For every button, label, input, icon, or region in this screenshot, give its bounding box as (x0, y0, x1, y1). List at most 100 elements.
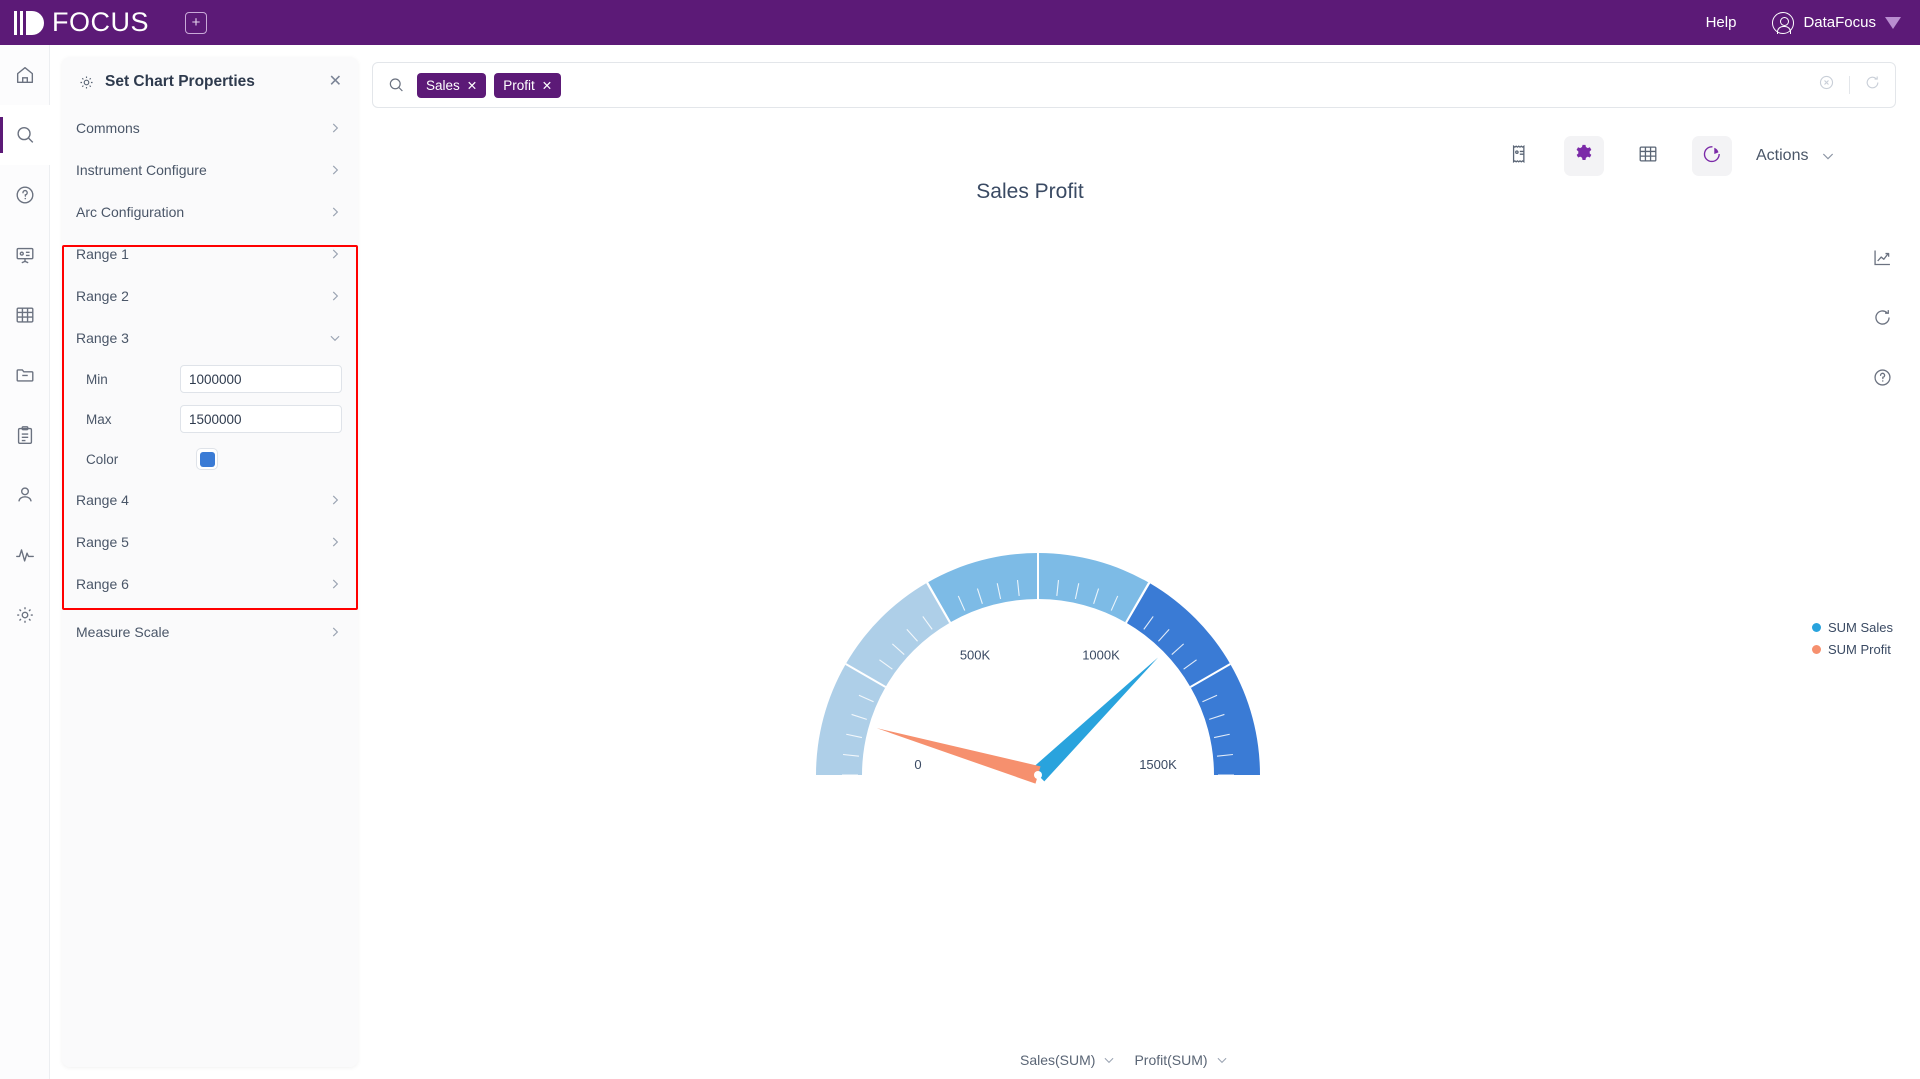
panel-section-commons[interactable]: Commons (62, 107, 358, 149)
refresh-icon[interactable] (1864, 74, 1881, 96)
gauge-tick-label: 1000K (1082, 647, 1120, 662)
close-icon[interactable]: ✕ (467, 78, 477, 93)
search-bar[interactable]: Sales ✕ Profit ✕ (372, 62, 1896, 108)
add-tab-icon[interactable]: + (185, 11, 207, 34)
sidebar-item-settings[interactable] (0, 585, 50, 645)
actions-button[interactable]: Actions (1756, 147, 1836, 165)
sidebar-item-search[interactable] (0, 105, 50, 165)
panel-section-range-4[interactable]: Range 4 (62, 479, 358, 521)
user-name: DataFocus (1803, 14, 1876, 31)
section-label: Range 6 (76, 576, 129, 592)
top-navigation-bar: FOCUS + Help DataFocus (0, 0, 1920, 45)
panel-section-instrument-configure[interactable]: Instrument Configure (62, 149, 358, 191)
user-icon (14, 484, 36, 506)
chevron-right-icon (328, 121, 342, 135)
table-grid-icon (1637, 143, 1659, 170)
chevron-right-icon (328, 577, 342, 591)
panel-section-range-1[interactable]: Range 1 (62, 233, 358, 275)
chevron-right-icon (328, 625, 342, 639)
section-label: Range 4 (76, 492, 129, 508)
pie-chart-icon (1701, 143, 1723, 170)
range3-color-swatch[interactable] (196, 448, 218, 470)
legend-color-dot (1812, 623, 1821, 632)
chart-title: Sales Profit (976, 180, 1084, 203)
chevron-right-icon (328, 535, 342, 549)
sidebar-item-data[interactable] (0, 285, 50, 345)
section-label: Measure Scale (76, 624, 170, 640)
refresh-button[interactable] (1860, 290, 1904, 350)
clipboard-icon (14, 424, 36, 446)
sidebar-item-users[interactable] (0, 465, 50, 525)
panel-section-arc-configuration[interactable]: Arc Configuration (62, 191, 358, 233)
panel-header: Set Chart Properties ✕ (62, 57, 358, 107)
chevron-right-icon (328, 289, 342, 303)
trend-chart-button[interactable] (1860, 230, 1904, 290)
close-icon[interactable]: ✕ (542, 78, 552, 93)
search-icon (387, 76, 405, 94)
field-chip-profit-sum[interactable]: Profit(SUM) (1134, 1052, 1228, 1068)
legend-item-sum-profit[interactable]: SUM Profit (1812, 642, 1920, 657)
home-icon (14, 64, 36, 86)
app-logo[interactable]: FOCUS (14, 7, 149, 38)
panel-section-range-6[interactable]: Range 6 (62, 563, 358, 605)
panel-section-range-3[interactable]: Range 3 (62, 317, 358, 359)
gauge-band (1126, 583, 1260, 775)
clear-circle-icon[interactable] (1818, 74, 1835, 96)
gauge-tick-label: 0 (914, 757, 921, 772)
range3-max-input[interactable] (180, 405, 342, 433)
search-token-profit[interactable]: Profit ✕ (494, 72, 562, 98)
legend-item-sum-sales[interactable]: SUM Sales (1812, 620, 1920, 635)
activity-icon (14, 544, 36, 566)
gear-icon (1573, 143, 1595, 170)
sidebar-item-folder[interactable] (0, 345, 50, 405)
sidebar-item-dashboard[interactable] (0, 225, 50, 285)
left-navigation-rail (0, 45, 50, 1079)
search-bar-actions (1818, 74, 1881, 96)
search-token-sales[interactable]: Sales ✕ (417, 72, 487, 98)
avatar (1772, 11, 1795, 34)
section-label: Range 5 (76, 534, 129, 550)
presentation-icon (14, 244, 36, 266)
help-button[interactable] (1860, 350, 1904, 410)
sidebar-item-monitor[interactable] (0, 525, 50, 585)
chart-view-button[interactable] (1692, 136, 1732, 176)
color-swatch-fill (199, 451, 215, 467)
gauge-chart: 0 500K 1000K 1500K (620, 400, 1520, 880)
sidebar-item-help[interactable] (0, 165, 50, 225)
help-link[interactable]: Help (1706, 14, 1737, 31)
chart-toolbar: Actions (1500, 130, 1896, 182)
panel-section-range-2[interactable]: Range 2 (62, 275, 358, 317)
section-label: Instrument Configure (76, 162, 207, 178)
gauge-needle (876, 728, 1041, 784)
chevron-right-icon (328, 493, 342, 507)
section-label: Range 3 (76, 330, 129, 346)
chevron-down-icon (1820, 148, 1836, 164)
chevron-down-icon (1102, 1053, 1116, 1067)
field-chip-sales-sum[interactable]: Sales(SUM) (1020, 1052, 1116, 1068)
gauge-tick-label: 1500K (1139, 757, 1177, 772)
token-label: Profit (503, 77, 535, 93)
sidebar-item-tasks[interactable] (0, 405, 50, 465)
panel-section-range-5[interactable]: Range 5 (62, 521, 358, 563)
chart-properties-button[interactable] (1564, 136, 1604, 176)
panel-section-measure-scale[interactable]: Measure Scale (62, 611, 358, 653)
folder-icon (14, 364, 36, 386)
chevron-down-icon (1215, 1053, 1229, 1067)
user-menu[interactable]: DataFocus (1772, 11, 1902, 34)
legend-label: SUM Sales (1828, 620, 1894, 635)
topbar-right-group: Help DataFocus (1706, 11, 1902, 34)
brand-badge-icon (1884, 16, 1902, 30)
close-icon[interactable]: ✕ (329, 74, 342, 90)
summary-button[interactable] (1500, 136, 1540, 176)
chevron-right-icon (328, 163, 342, 177)
range3-max-label: Max (86, 411, 112, 427)
search-icon (14, 124, 36, 146)
section-label: Commons (76, 120, 140, 136)
chart-legend: SUM Sales SUM Profit (1812, 620, 1920, 664)
refresh-icon (1872, 307, 1893, 333)
sidebar-item-home[interactable] (0, 45, 50, 105)
table-view-button[interactable] (1628, 136, 1668, 176)
question-circle-icon (14, 184, 36, 206)
range3-min-input[interactable] (180, 365, 342, 393)
gauge-hub (1034, 771, 1042, 779)
